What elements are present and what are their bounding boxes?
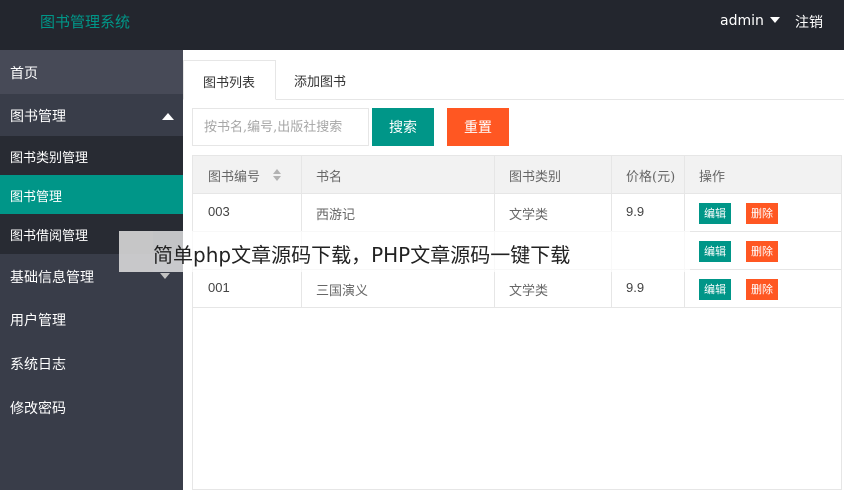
cell-price: 9.9	[626, 204, 645, 219]
table-row: 003 西游记 文学类 9.9 编辑 删除	[193, 194, 841, 232]
tab-label: 添加图书	[294, 75, 347, 90]
chevron-up-icon	[162, 113, 174, 120]
column-header-price: 价格(元)	[626, 170, 676, 185]
sidebar-item-label: 图书管理	[10, 109, 66, 125]
delete-button[interactable]: 删除	[746, 203, 778, 224]
chevron-down-icon	[769, 17, 780, 23]
cell-name: 西游记	[316, 208, 356, 223]
sidebar-item-label: 系统日志	[10, 357, 66, 373]
reset-button[interactable]: 重置	[447, 108, 509, 146]
cell-price: 9.9	[626, 280, 645, 295]
cell-id: 001	[208, 280, 230, 295]
watermark-text: 简单php文章源码下载，PHP文章源码一键下载	[153, 243, 571, 267]
edit-button[interactable]: 编辑	[699, 203, 731, 224]
sidebar-item-label: 基础信息管理	[10, 270, 94, 286]
sidebar-item-label: 首页	[10, 66, 38, 82]
sidebar-item-users[interactable]: 用户管理	[0, 306, 183, 336]
book-table: 图书编号 书名 图书类别 价格(元) 操作 003 西游记 文学类 9.9 编辑…	[192, 155, 842, 490]
delete-button[interactable]: 删除	[746, 279, 778, 300]
sidebar-item-system-log[interactable]: 系统日志	[0, 350, 183, 380]
cell-name: 三国演义	[316, 284, 369, 299]
top-header: 图书管理系统 admin 注销	[0, 0, 844, 50]
watermark-bar	[119, 231, 153, 272]
table-row: 001 三国演义 文学类 9.9 编辑 删除	[193, 270, 841, 308]
tab-label: 图书列表	[203, 76, 256, 91]
delete-button[interactable]: 删除	[746, 241, 778, 262]
user-menu[interactable]: admin	[720, 13, 780, 29]
column-header-name: 书名	[316, 170, 343, 185]
search-button[interactable]: 搜索	[372, 108, 434, 146]
edit-button[interactable]: 编辑	[699, 241, 731, 262]
sidebar-item-label: 图书管理	[10, 190, 63, 205]
table-header: 图书编号 书名 图书类别 价格(元) 操作	[193, 156, 841, 194]
column-header-actions: 操作	[699, 170, 726, 185]
cell-id: 003	[208, 204, 230, 219]
app-title[interactable]: 图书管理系统	[40, 11, 130, 32]
sidebar-item-label: 修改密码	[10, 401, 66, 417]
column-header-id[interactable]: 图书编号	[208, 166, 260, 185]
edit-button[interactable]: 编辑	[699, 279, 731, 300]
tab-bar: 图书列表 添加图书	[183, 60, 844, 100]
sidebar-item-book-management[interactable]: 图书管理	[0, 175, 183, 214]
sidebar-item-label: 图书借阅管理	[10, 229, 89, 244]
chevron-down-icon	[160, 273, 170, 279]
sidebar-item-label: 用户管理	[10, 313, 66, 329]
cell-category: 文学类	[509, 208, 549, 223]
watermark-banner: 简单php文章源码下载，PHP文章源码一键下载	[119, 231, 690, 272]
sidebar-item-label: 图书类别管理	[10, 151, 89, 166]
sidebar-item-books[interactable]: 图书管理	[0, 94, 183, 136]
logout-link[interactable]: 注销	[795, 12, 823, 32]
tab-add-book[interactable]: 添加图书	[276, 60, 366, 100]
sidebar-item-home[interactable]: 首页	[0, 50, 183, 94]
sort-icon[interactable]	[273, 169, 283, 183]
user-name: admin	[720, 13, 764, 29]
search-input[interactable]	[192, 108, 369, 146]
tab-book-list[interactable]: 图书列表	[183, 60, 276, 100]
sidebar-item-book-categories[interactable]: 图书类别管理	[0, 136, 183, 175]
sidebar-item-change-password[interactable]: 修改密码	[0, 394, 183, 424]
cell-category: 文学类	[509, 284, 549, 299]
column-header-category: 图书类别	[509, 170, 562, 185]
